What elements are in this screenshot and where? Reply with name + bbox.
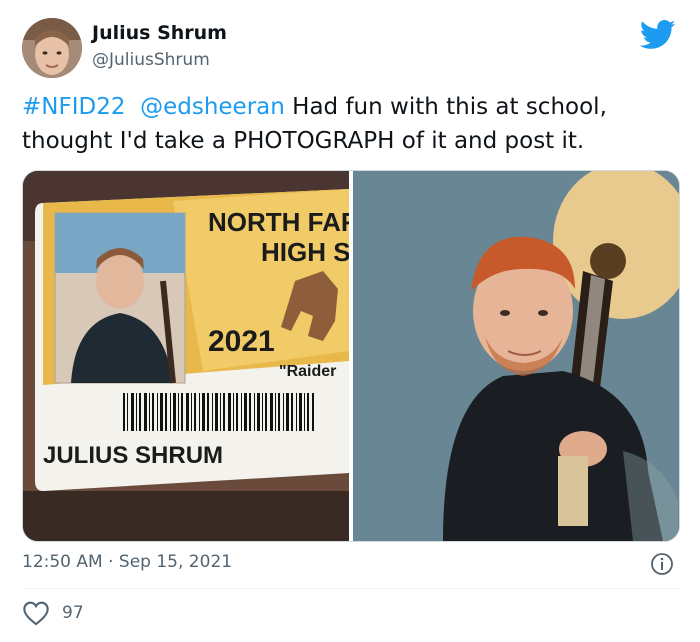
tweet-date: Sep 15, 2021: [118, 552, 233, 572]
tweet-text: #NFID22 @edsheeran Had fun with this at …: [22, 90, 682, 158]
id-card-photo[interactable]: NORTH FAR HIGH SC 2021 "Raider JULIUS SH…: [23, 171, 370, 541]
like-action[interactable]: 97: [22, 600, 84, 626]
like-count: 97: [62, 603, 84, 623]
divider: [22, 588, 678, 589]
id-card-student-name: JULIUS SHRUM: [43, 442, 223, 469]
tweet-time: 12:50 AM: [22, 552, 103, 572]
author-handle[interactable]: @JuliusShrum: [92, 50, 210, 70]
twitter-bird-icon[interactable]: [640, 20, 676, 50]
author-avatar[interactable]: [22, 18, 82, 78]
author-name[interactable]: Julius Shrum: [92, 22, 227, 44]
mention-link[interactable]: @edsheeran: [140, 94, 285, 120]
tweet-media[interactable]: NORTH FAR HIGH SC 2021 "Raider JULIUS SH…: [22, 170, 680, 542]
id-card-school-line1: NORTH FAR: [208, 207, 360, 237]
info-icon[interactable]: [650, 552, 674, 576]
id-card-mascot: "Raider: [279, 363, 336, 380]
id-card-year: 2021: [208, 325, 275, 358]
tweet-timestamp[interactable]: 12:50 AM · Sep 15, 2021: [22, 552, 232, 572]
timestamp-separator: ·: [108, 552, 114, 572]
hashtag-link[interactable]: #NFID22: [22, 94, 125, 120]
heart-icon[interactable]: [22, 600, 50, 626]
avatar-photo: [22, 18, 82, 78]
portrait-photo[interactable]: [353, 171, 679, 541]
